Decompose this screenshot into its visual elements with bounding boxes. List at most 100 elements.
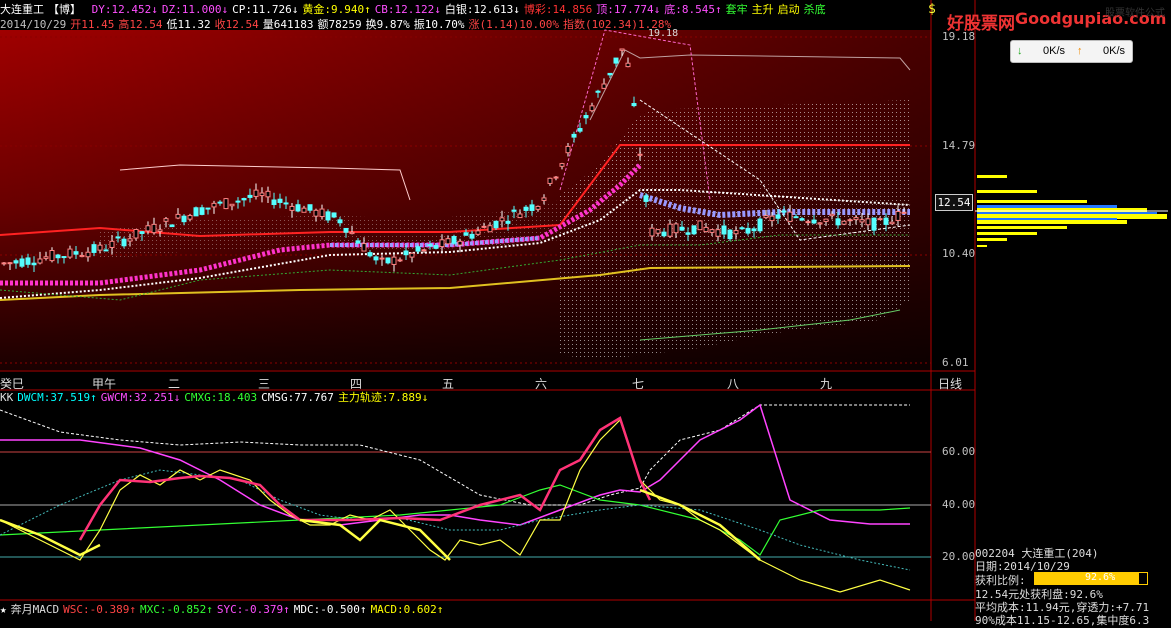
star-icon: ★ xyxy=(0,603,7,616)
candle xyxy=(25,257,31,265)
download-icon: ↓ xyxy=(1017,45,1023,57)
download-speed: 0K/s xyxy=(1043,45,1066,57)
candle xyxy=(289,205,295,211)
header-item-7: 顶:17.774↓ xyxy=(596,3,661,16)
candle xyxy=(415,246,421,252)
candle xyxy=(127,238,133,242)
indicator1-name[interactable]: KK xyxy=(0,391,13,404)
candle xyxy=(619,48,625,51)
candle xyxy=(721,225,727,235)
candle xyxy=(121,238,127,247)
quote-item-4: 收12.54 xyxy=(214,18,259,31)
candle xyxy=(1,262,7,265)
candle xyxy=(253,189,259,197)
candle xyxy=(673,223,679,234)
profit-value: 92.6% xyxy=(1085,572,1116,583)
candle xyxy=(19,258,25,267)
indicator2-header: ★ 奔月MACD WSC:-0.389↑ MXC:-0.852↑ SYC:-0.379↑… xyxy=(0,602,451,617)
candle xyxy=(781,210,787,213)
candle xyxy=(523,206,529,211)
ind1-item-1: GWCM:32.251↓ xyxy=(100,391,181,404)
candle xyxy=(637,153,643,156)
ind2-item-4: MACD:0.602↑ xyxy=(370,603,444,616)
candle xyxy=(367,252,373,257)
candle xyxy=(265,190,271,198)
candle xyxy=(373,256,379,261)
dollar-icon[interactable]: $ xyxy=(928,2,936,17)
candle xyxy=(715,229,721,237)
candle xyxy=(811,219,817,224)
brand-logo-text: 好股票网 xyxy=(947,14,1015,34)
candle xyxy=(109,240,115,248)
candle xyxy=(355,240,361,244)
ind2-item-3: MDC:-0.500↑ xyxy=(293,603,367,616)
quote-item-2: 高12.54 xyxy=(118,18,163,31)
candle xyxy=(403,250,409,256)
candle xyxy=(421,249,427,252)
quote-item-1: 开11.45 xyxy=(70,18,115,31)
candle xyxy=(427,244,433,247)
date-label: 七 xyxy=(632,377,645,391)
candle xyxy=(277,198,283,203)
stock-name[interactable]: 大连重工 xyxy=(0,3,44,16)
candle xyxy=(757,218,763,232)
candle xyxy=(703,226,709,233)
brand-logo[interactable]: 好股票网 Goodgupiao.com 股票软件公式 xyxy=(947,4,1171,34)
candle xyxy=(463,232,469,236)
candle xyxy=(139,231,145,234)
candle xyxy=(865,218,871,226)
candle xyxy=(343,227,349,233)
candle xyxy=(217,201,223,204)
candle xyxy=(31,262,37,266)
period-button[interactable]: 日线 xyxy=(938,375,962,392)
candle xyxy=(223,198,229,210)
upload-speed: 0K/s xyxy=(1103,45,1126,57)
candle xyxy=(169,224,175,228)
candle xyxy=(457,240,463,246)
candle xyxy=(313,209,319,217)
candle xyxy=(709,229,715,233)
candle xyxy=(853,217,859,221)
candle xyxy=(877,218,883,221)
candle xyxy=(91,244,97,253)
candle xyxy=(259,192,265,197)
chip-distribution xyxy=(975,175,1168,247)
quote-item-5: 量641183 xyxy=(262,18,314,31)
date-label: 六 xyxy=(535,377,548,391)
candle xyxy=(145,225,151,232)
quote-item-7: 换9.87% xyxy=(365,18,410,31)
candle xyxy=(229,203,235,207)
ind2-item-2: SYC:-0.379↑ xyxy=(216,603,290,616)
candle xyxy=(697,220,703,231)
candle xyxy=(247,194,253,198)
upload-icon: ↑ xyxy=(1077,45,1083,57)
candle xyxy=(859,219,865,223)
candle xyxy=(607,72,613,76)
stock-tag: 【博】 xyxy=(48,3,81,16)
header-item-2: CP:11.726↓ xyxy=(232,3,299,16)
candle xyxy=(79,254,85,258)
price-tick: 14.79 xyxy=(942,139,976,152)
candle xyxy=(805,221,811,224)
header-item-0: DY:12.452↓ xyxy=(91,3,158,16)
indicator2-name[interactable]: 奔月MACD xyxy=(11,603,60,616)
ind2-item-1: MXC:-0.852↑ xyxy=(139,603,213,616)
candle xyxy=(133,228,139,239)
price-tick: 10.40 xyxy=(942,247,976,260)
header-item-6: 博彩:14.856 xyxy=(523,3,593,16)
candle xyxy=(631,103,637,107)
quote-item-8: 振10.70% xyxy=(413,18,465,31)
quote-item-6: 额78259 xyxy=(317,18,362,31)
candle xyxy=(589,105,595,112)
candle xyxy=(439,239,445,248)
date-label: 八 xyxy=(727,377,740,391)
header-item-9: 套牢 xyxy=(725,3,748,16)
candle xyxy=(559,163,565,167)
candle xyxy=(817,222,823,225)
candle xyxy=(187,215,193,220)
ind-tick: 20.00 xyxy=(942,550,976,563)
header-row-1: 大连重工 【博】 DY:12.452↓ DZ:11.000↓ CP:11.726↓ 黄金… xyxy=(0,2,834,17)
main-chart[interactable] xyxy=(0,0,1171,621)
candle xyxy=(151,223,157,234)
candle xyxy=(175,213,181,219)
